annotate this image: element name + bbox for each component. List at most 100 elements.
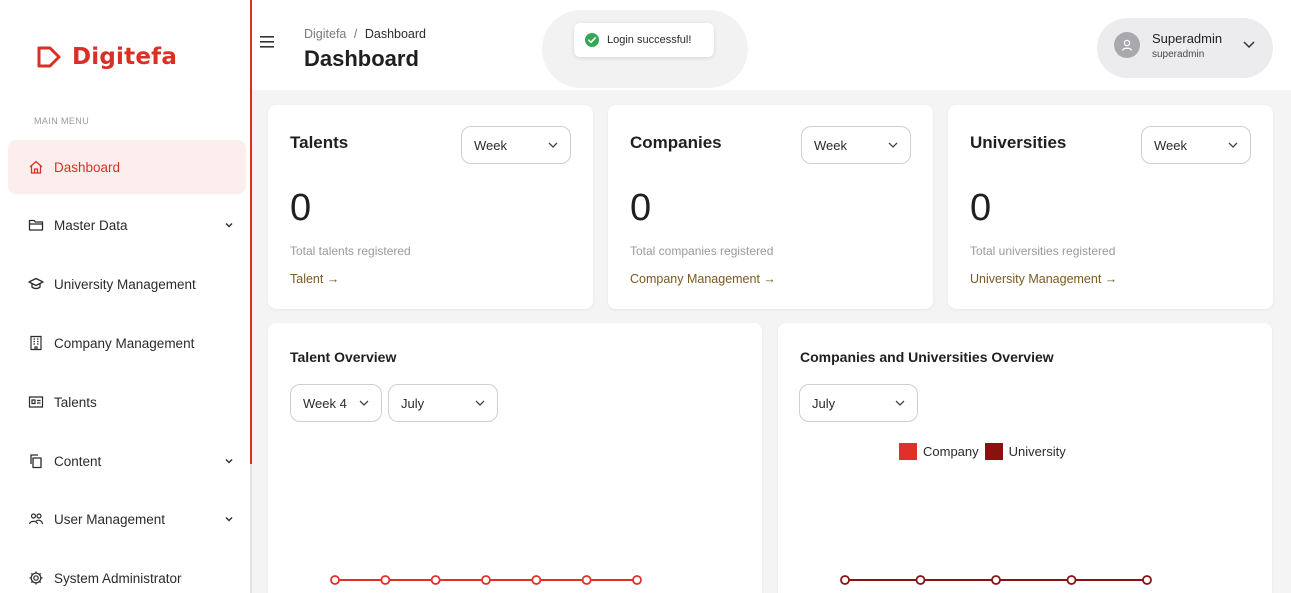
companies-period-select[interactable]: Week xyxy=(801,126,911,164)
sidebar-item-label: System Administrator xyxy=(54,570,182,586)
chart-legend: Company University xyxy=(899,443,1072,460)
stat-value: 0 xyxy=(290,187,312,229)
companies-universities-line-chart xyxy=(840,575,1152,585)
gear-icon xyxy=(28,570,44,586)
data-point[interactable] xyxy=(632,575,642,585)
chevron-down-icon[interactable] xyxy=(1243,41,1255,49)
companies-stat-card: Companies Week 0 Total companies registered… xyxy=(608,105,933,309)
chevron-down-icon[interactable] xyxy=(224,512,234,522)
chevron-down-icon xyxy=(359,400,369,406)
stat-card-title: Companies xyxy=(630,133,722,152)
data-point[interactable] xyxy=(991,575,1001,585)
chevron-down-icon[interactable] xyxy=(224,454,234,464)
sidebar-item-master-data[interactable]: Master Data xyxy=(8,198,246,252)
companies-universities-overview-card: Companies and Universities Overview July… xyxy=(778,323,1272,593)
data-point[interactable] xyxy=(840,575,850,585)
avatar[interactable] xyxy=(1114,32,1140,58)
brand-name: Digitefa xyxy=(72,44,178,70)
chevron-down-icon xyxy=(475,400,485,406)
page-title: Dashboard xyxy=(304,46,419,71)
period-select-value: Week xyxy=(814,137,847,153)
sidebar-item-label: Content xyxy=(54,453,102,469)
stat-description: Total companies registered xyxy=(630,244,774,258)
companies-link[interactable]: Company Management → xyxy=(630,272,776,286)
week-select-value: Week 4 xyxy=(303,395,347,411)
talents-period-select[interactable]: Week xyxy=(461,126,571,164)
sidebar-item-label: University Management xyxy=(54,276,196,292)
legend-item-university[interactable]: University xyxy=(984,443,1066,460)
data-point[interactable] xyxy=(531,575,542,585)
data-point[interactable] xyxy=(915,575,926,585)
cu-month-select[interactable]: July xyxy=(799,384,918,422)
universities-period-select[interactable]: Week xyxy=(1141,126,1251,164)
sidebar-item-label: Company Management xyxy=(54,335,195,351)
chevron-down-icon xyxy=(548,142,558,148)
legend-label-company: Company xyxy=(923,444,979,459)
copy-icon xyxy=(28,453,44,469)
breadcrumb-root[interactable]: Digitefa xyxy=(304,27,346,41)
chevron-down-icon[interactable] xyxy=(224,218,234,228)
chevron-down-icon xyxy=(888,142,898,148)
legend-swatch-university xyxy=(984,443,1003,460)
data-point[interactable] xyxy=(1066,575,1077,585)
sidebar-item-dashboard[interactable]: Dashboard xyxy=(8,140,246,194)
universities-link[interactable]: University Management → xyxy=(970,272,1117,286)
data-point[interactable] xyxy=(1142,575,1152,585)
sidebar-item-user-management[interactable]: User Management xyxy=(8,492,246,546)
sidebar-divider xyxy=(250,464,252,593)
sidebar-item-label: User Management xyxy=(54,511,166,527)
data-point[interactable] xyxy=(330,575,340,585)
user-name: Superadmin xyxy=(1152,31,1223,46)
data-point[interactable] xyxy=(581,575,592,585)
period-select-value: Week xyxy=(474,137,507,153)
month-select-value: July xyxy=(401,395,425,411)
data-point[interactable] xyxy=(481,575,491,585)
stat-value: 0 xyxy=(970,187,992,229)
toast-message: Login successful! xyxy=(607,34,692,46)
talents-link[interactable]: Talent → xyxy=(290,272,339,286)
graduation-cap-icon xyxy=(28,276,44,292)
sidebar-item-system-administrator[interactable]: System Administrator xyxy=(8,551,246,593)
id-card-icon xyxy=(28,394,44,410)
stat-value: 0 xyxy=(630,187,652,229)
cu-overview-title: Companies and Universities Overview xyxy=(800,349,1054,365)
menu-section-label: MAIN MENU xyxy=(34,116,90,126)
week-select[interactable]: Week 4 xyxy=(290,384,382,422)
sidebar-item-university-management[interactable]: University Management xyxy=(8,257,246,311)
users-icon xyxy=(28,511,44,527)
stat-description: Total universities registered xyxy=(970,244,1116,258)
sidebar-item-talents[interactable]: Talents xyxy=(8,375,246,429)
folder-icon xyxy=(28,217,44,233)
chevron-down-icon xyxy=(1228,142,1238,148)
legend-label-university: University xyxy=(1008,444,1066,459)
stat-description: Total talents registered xyxy=(290,244,411,258)
data-point[interactable] xyxy=(430,575,441,585)
data-point[interactable] xyxy=(380,575,391,585)
legend-swatch-company xyxy=(899,443,917,460)
talent-overview-card: Talent Overview Week 4 July xyxy=(268,323,762,593)
breadcrumb-separator: / xyxy=(353,27,358,41)
toast-notification[interactable]: Login successful! xyxy=(574,23,714,57)
period-select-value: Week xyxy=(1154,137,1187,153)
hamburger-menu-icon[interactable] xyxy=(260,36,274,48)
chevron-down-icon xyxy=(895,400,905,406)
check-circle-icon xyxy=(585,33,599,47)
breadcrumb: Digitefa / Dashboard xyxy=(304,27,426,41)
brand-logo[interactable]: Digitefa xyxy=(36,44,177,70)
talent-overview-title: Talent Overview xyxy=(290,349,397,365)
user-role: superadmin xyxy=(1152,49,1205,60)
cu-month-select-value: July xyxy=(812,395,836,411)
stat-card-title: Talents xyxy=(290,133,349,152)
talent-line-chart xyxy=(330,575,642,585)
home-icon xyxy=(28,159,44,175)
month-select[interactable]: July xyxy=(388,384,498,422)
user-icon xyxy=(1121,39,1133,51)
building-icon xyxy=(28,335,44,351)
sidebar-item-label: Talents xyxy=(54,394,97,410)
stat-card-title: Universities xyxy=(970,133,1067,152)
universities-stat-card: Universities Week 0 Total universities regi… xyxy=(948,105,1273,309)
legend-item-company[interactable]: Company xyxy=(899,443,979,460)
sidebar-item-company-management[interactable]: Company Management xyxy=(8,316,246,370)
logo-icon xyxy=(37,46,61,68)
sidebar-item-content[interactable]: Content xyxy=(8,434,246,488)
